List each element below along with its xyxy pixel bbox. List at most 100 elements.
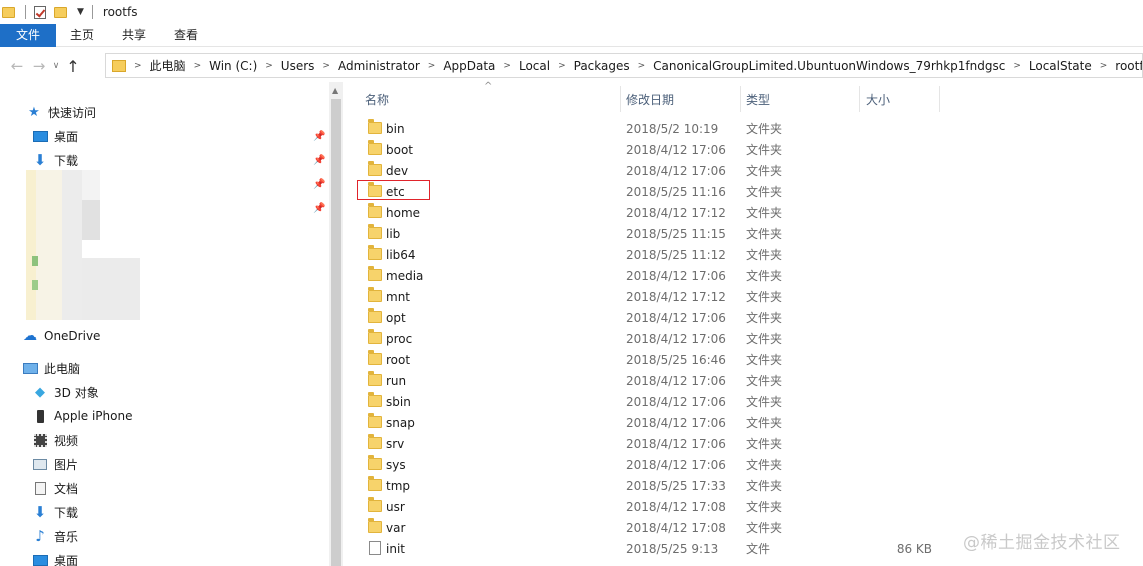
scrollbar-thumb[interactable]	[331, 99, 341, 566]
file-row[interactable]: usr 2018/4/12 17:08 文件夹	[360, 496, 960, 517]
file-name: opt	[386, 310, 406, 325]
chevron-right-icon[interactable]: >	[638, 61, 646, 71]
file-row[interactable]: tmp 2018/5/25 17:33 文件夹	[360, 475, 960, 496]
recent-locations-icon[interactable]: ∨	[50, 61, 62, 71]
breadcrumb-rootfs[interactable]: rootfs	[1115, 59, 1142, 73]
file-modified-date: 2018/4/12 17:06	[626, 457, 726, 472]
file-type: 文件夹	[746, 437, 783, 451]
file-row[interactable]: run 2018/4/12 17:06 文件夹	[360, 370, 960, 391]
file-row[interactable]: media 2018/4/12 17:06 文件夹	[360, 265, 960, 286]
column-header-type[interactable]: 类型	[746, 84, 770, 114]
chevron-right-icon[interactable]: >	[322, 61, 330, 71]
file-name: boot	[386, 142, 414, 157]
up-arrow-icon[interactable]: ↑	[62, 57, 84, 76]
sidebar-item-label: Apple iPhone	[54, 409, 133, 423]
pin-icon[interactable]: 📌	[313, 131, 325, 143]
scroll-up-icon[interactable]: ▲	[332, 86, 338, 95]
tab-view[interactable]: 查看	[160, 24, 212, 47]
sidebar-item-quick-access[interactable]: ★ 快速访问	[26, 101, 96, 123]
file-modified-date: 2018/5/25 11:16	[626, 184, 726, 199]
address-bar[interactable]: > 此电脑 > Win (C:) > Users > Administrator…	[105, 53, 1143, 78]
file-row[interactable]: root 2018/5/25 16:46 文件夹	[360, 349, 960, 370]
breadcrumb-local[interactable]: Local	[519, 59, 550, 73]
file-row[interactable]: snap 2018/4/12 17:06 文件夹	[360, 412, 960, 433]
file-row[interactable]: lib64 2018/5/25 11:12 文件夹	[360, 244, 960, 265]
sidebar-item-pictures[interactable]: 图片	[32, 453, 78, 475]
properties-icon[interactable]	[34, 5, 46, 19]
chevron-right-icon[interactable]: >	[503, 61, 511, 71]
sidebar-item-desktop-pc[interactable]: 桌面	[32, 549, 78, 566]
tab-file[interactable]: 文件	[0, 24, 56, 47]
file-row[interactable]: sbin 2018/4/12 17:06 文件夹	[360, 391, 960, 412]
column-divider[interactable]	[859, 86, 860, 112]
breadcrumb-drive-c[interactable]: Win (C:)	[209, 59, 257, 73]
breadcrumb-localstate[interactable]: LocalState	[1029, 59, 1092, 73]
sidebar-item-downloads-pc[interactable]: ⬇ 下载	[32, 501, 78, 523]
breadcrumb-administrator[interactable]: Administrator	[338, 59, 420, 73]
chevron-right-icon[interactable]: >	[134, 61, 142, 71]
file-modified-date: 2018/4/12 17:06	[626, 142, 726, 157]
column-header-name[interactable]: 名称	[365, 84, 389, 114]
file-row[interactable]: etc 2018/5/25 11:16 文件夹	[360, 181, 960, 202]
column-divider[interactable]	[740, 86, 741, 112]
file-row[interactable]: opt 2018/4/12 17:06 文件夹	[360, 307, 960, 328]
file-row[interactable]: boot 2018/4/12 17:06 文件夹	[360, 139, 960, 160]
file-row[interactable]: var 2018/4/12 17:08 文件夹	[360, 517, 960, 538]
breadcrumb-this-pc[interactable]: 此电脑	[150, 57, 186, 74]
star-icon: ★	[28, 104, 40, 120]
sidebar-item-downloads[interactable]: ⬇ 下载	[32, 149, 78, 171]
chevron-right-icon[interactable]: >	[194, 61, 202, 71]
column-header-modified[interactable]: 修改日期	[626, 84, 674, 114]
forward-arrow-icon[interactable]: →	[28, 57, 50, 75]
file-row[interactable]: lib 2018/5/25 11:15 文件夹	[360, 223, 960, 244]
column-divider[interactable]	[939, 86, 940, 112]
breadcrumb-appdata[interactable]: AppData	[443, 59, 495, 73]
sidebar-item-this-pc[interactable]: 此电脑	[22, 357, 80, 379]
sidebar-item-documents[interactable]: 文档	[32, 477, 78, 499]
breadcrumb-package-name[interactable]: CanonicalGroupLimited.UbuntuonWindows_79…	[653, 59, 1005, 73]
file-row[interactable]: init 2018/5/25 9:13 文件 86 KB	[360, 538, 960, 559]
sidebar-scrollbar[interactable]: ▲	[329, 82, 343, 566]
customize-toolbar-icon[interactable]: ▼	[77, 7, 84, 17]
pin-icon[interactable]: 📌	[313, 179, 325, 191]
folder-icon	[368, 161, 382, 177]
breadcrumb-users[interactable]: Users	[281, 59, 315, 73]
film-icon	[32, 432, 48, 448]
back-arrow-icon[interactable]: ←	[6, 57, 28, 75]
sidebar-item-desktop[interactable]: 桌面	[32, 125, 78, 147]
file-modified-date: 2018/5/25 16:46	[626, 352, 726, 367]
file-row[interactable]: sys 2018/4/12 17:06 文件夹	[360, 454, 960, 475]
phone-icon	[32, 408, 48, 424]
chevron-right-icon[interactable]: >	[428, 61, 436, 71]
chevron-right-icon[interactable]: >	[1013, 61, 1021, 71]
pin-icon[interactable]: 📌	[313, 203, 325, 215]
sidebar-item-onedrive[interactable]: ☁ OneDrive	[22, 325, 100, 347]
sidebar-item-music[interactable]: ♪ 音乐	[32, 525, 78, 547]
file-modified-date: 2018/4/12 17:08	[626, 520, 726, 535]
file-modified-date: 2018/4/12 17:06	[626, 436, 726, 451]
file-row[interactable]: home 2018/4/12 17:12 文件夹	[360, 202, 960, 223]
tab-home[interactable]: 主页	[56, 24, 108, 47]
column-header-size[interactable]: 大小	[866, 84, 890, 114]
file-row[interactable]: bin 2018/5/2 10:19 文件夹	[360, 118, 960, 139]
chevron-right-icon[interactable]: >	[265, 61, 273, 71]
chevron-right-icon[interactable]: >	[558, 61, 566, 71]
highlight-box	[357, 180, 430, 200]
sidebar-item-3d-objects[interactable]: ◆ 3D 对象	[32, 381, 99, 403]
file-name: bin	[386, 121, 405, 136]
sidebar-item-apple-iphone[interactable]: Apple iPhone	[32, 405, 132, 427]
new-folder-icon[interactable]	[54, 6, 67, 18]
file-row[interactable]: proc 2018/4/12 17:06 文件夹	[360, 328, 960, 349]
chevron-right-icon[interactable]: >	[1100, 61, 1108, 71]
column-divider[interactable]	[620, 86, 621, 112]
sidebar-item-videos[interactable]: 视频	[32, 429, 78, 451]
breadcrumb-packages[interactable]: Packages	[574, 59, 630, 73]
sidebar-item-label: 快速访问	[48, 105, 97, 120]
pin-icon[interactable]: 📌	[313, 155, 325, 167]
file-row[interactable]: dev 2018/4/12 17:06 文件夹	[360, 160, 960, 181]
sidebar-item-label: 音乐	[54, 529, 79, 544]
file-row[interactable]: mnt 2018/4/12 17:12 文件夹	[360, 286, 960, 307]
file-row[interactable]: srv 2018/4/12 17:06 文件夹	[360, 433, 960, 454]
file-type: 文件夹	[746, 374, 783, 388]
tab-share[interactable]: 共享	[108, 24, 160, 47]
